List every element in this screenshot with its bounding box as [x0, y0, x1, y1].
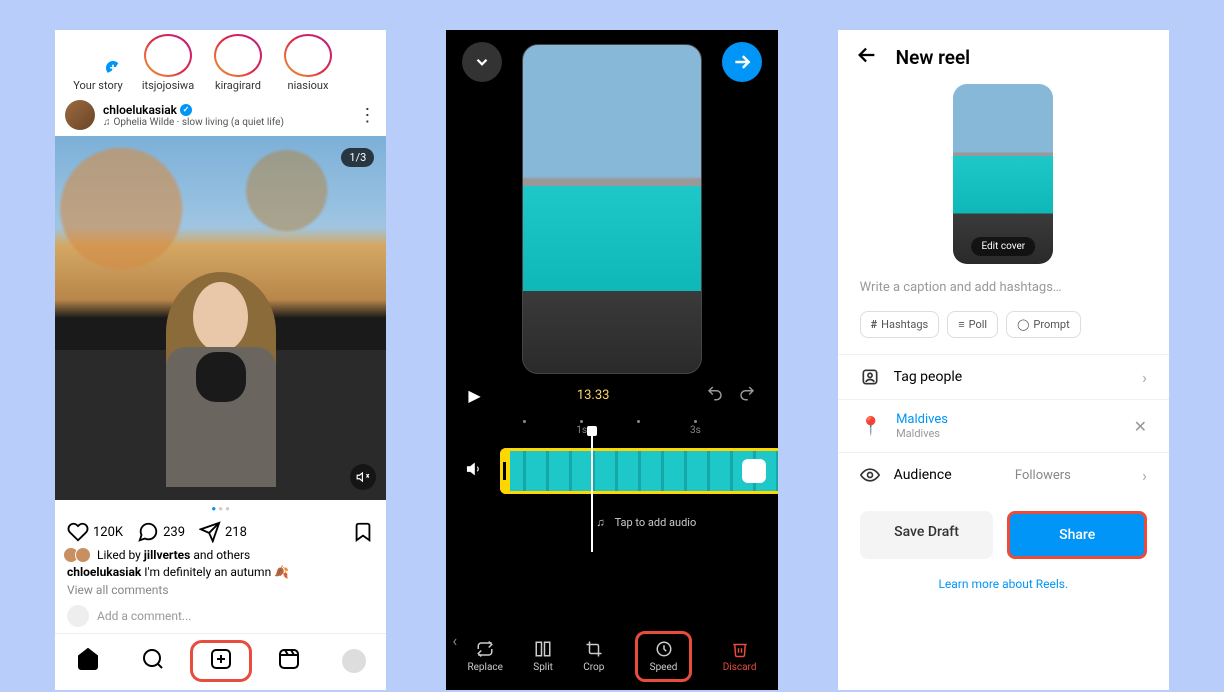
like-count: 120K	[93, 525, 123, 540]
location-pin-icon: 📍	[860, 416, 882, 437]
clip-handle[interactable]	[500, 448, 510, 494]
reels-tab[interactable]	[277, 647, 301, 675]
edit-cover-button[interactable]: Edit cover	[971, 237, 1035, 256]
video-clip[interactable]: ⊡	[500, 448, 777, 494]
playhead[interactable]	[591, 430, 593, 552]
poll-icon: ≡	[958, 318, 964, 331]
story-label: niasioux	[288, 79, 329, 92]
replace-tab[interactable]: Replace	[467, 640, 503, 673]
eye-icon	[860, 465, 880, 485]
create-tab[interactable]	[190, 640, 252, 682]
cover-preview[interactable]: Edit cover	[953, 84, 1053, 264]
location-name: Maldives	[896, 412, 948, 427]
speed-tab[interactable]: Speed	[635, 631, 693, 682]
story-label: Your story	[73, 79, 123, 92]
location-sub: Maldives	[896, 427, 948, 440]
video-preview[interactable]	[522, 44, 702, 374]
bottom-nav	[55, 633, 386, 690]
chevron-right-icon: ›	[1142, 466, 1147, 485]
post-header: chloelukasiak ♫ Ophelia Wilde · slow liv…	[55, 94, 386, 136]
save-button[interactable]	[352, 521, 374, 543]
home-tab[interactable]	[76, 647, 100, 675]
stories-row: + Your story itsjojosiwa kiragirard nias…	[55, 30, 386, 94]
transition-icon[interactable]: ⊡	[742, 459, 766, 483]
learn-more-link[interactable]: Learn more about Reels.	[838, 573, 1169, 611]
back-chevron-icon[interactable]: ‹	[452, 631, 457, 650]
discard-tab[interactable]: Discard	[723, 640, 757, 673]
timeline-ticks: 1s 3s	[446, 416, 777, 440]
tag-people-row[interactable]: Tag people ›	[838, 354, 1169, 399]
post-username[interactable]: chloelukasiak	[103, 103, 177, 117]
add-audio-button[interactable]: ♫ Tap to add audio	[446, 502, 777, 543]
volume-icon[interactable]	[466, 460, 484, 482]
liked-by-row[interactable]: Liked by jillvertes and others	[55, 547, 386, 563]
story-label: kiragirard	[215, 79, 261, 92]
location-row[interactable]: 📍 Maldives Maldives ✕	[838, 399, 1169, 452]
add-story-icon: +	[104, 59, 122, 77]
post-image[interactable]: 1/3	[55, 136, 386, 500]
chevron-right-icon: ›	[1142, 368, 1147, 387]
split-tab[interactable]: Split	[533, 640, 553, 673]
video-timeline[interactable]: ⊡	[446, 440, 777, 502]
avatar[interactable]	[65, 100, 95, 130]
view-comments-link[interactable]: View all comments	[55, 581, 386, 599]
story-label: itsjojosiwa	[142, 79, 194, 92]
music-icon: ♫	[596, 516, 604, 529]
poll-chip[interactable]: ≡Poll	[947, 311, 998, 338]
caption-input[interactable]: Write a caption and add hashtags…	[838, 264, 1169, 311]
header: New reel	[838, 30, 1169, 84]
back-button[interactable]	[856, 44, 878, 70]
hashtags-chip[interactable]: #Hashtags	[860, 311, 940, 338]
collapse-button[interactable]	[462, 42, 502, 82]
prompt-icon: ◯	[1017, 318, 1029, 331]
story-your[interactable]: + Your story	[63, 34, 133, 92]
profile-tab[interactable]	[342, 649, 366, 673]
feed-screen: + Your story itsjojosiwa kiragirard nias…	[55, 30, 386, 690]
search-tab[interactable]	[141, 647, 165, 675]
verified-badge-icon	[180, 104, 192, 116]
editor-tabs: Replace Split Crop Speed Discard	[446, 629, 777, 690]
post-caption: chloelukasiak I'm definitely an autumn 🍂	[55, 563, 386, 581]
remove-location-button[interactable]: ✕	[1134, 417, 1147, 436]
redo-button[interactable]	[738, 384, 756, 406]
crop-tab[interactable]: Crop	[583, 640, 604, 673]
like-button[interactable]: 120K	[67, 521, 123, 543]
share-button[interactable]: Share	[1007, 511, 1147, 559]
audience-row[interactable]: Audience Followers ›	[838, 452, 1169, 497]
carousel-counter: 1/3	[341, 148, 374, 167]
prompt-chip[interactable]: ◯Prompt	[1006, 311, 1081, 338]
add-comment-input[interactable]: Add a comment...	[55, 599, 386, 633]
editor-screen: ▶ 13.33 1s 3s ⊡ ♫ Tap to add audio ‹ Rep…	[446, 30, 777, 690]
story-item[interactable]: itsjojosiwa	[133, 34, 203, 92]
new-reel-screen: New reel Edit cover Write a caption and …	[838, 30, 1169, 690]
page-title: New reel	[896, 46, 970, 69]
chips-row: #Hashtags ≡Poll ◯Prompt	[838, 311, 1169, 354]
play-icon[interactable]: ▶	[468, 386, 480, 405]
timestamp: 13.33	[577, 388, 610, 403]
audience-value: Followers	[1015, 468, 1071, 483]
button-row: Save Draft Share	[838, 497, 1169, 573]
next-button[interactable]	[722, 42, 762, 82]
story-item[interactable]: kiragirard	[203, 34, 273, 92]
more-icon[interactable]: ⋮	[358, 105, 376, 126]
person-icon	[860, 367, 880, 387]
post-audio[interactable]: Ophelia Wilde · slow living (a quiet lif…	[114, 117, 284, 128]
music-icon: ♫	[103, 117, 111, 128]
story-item[interactable]: niasioux	[273, 34, 343, 92]
avatar	[67, 605, 89, 627]
save-draft-button[interactable]: Save Draft	[860, 511, 994, 559]
undo-button[interactable]	[706, 384, 724, 406]
